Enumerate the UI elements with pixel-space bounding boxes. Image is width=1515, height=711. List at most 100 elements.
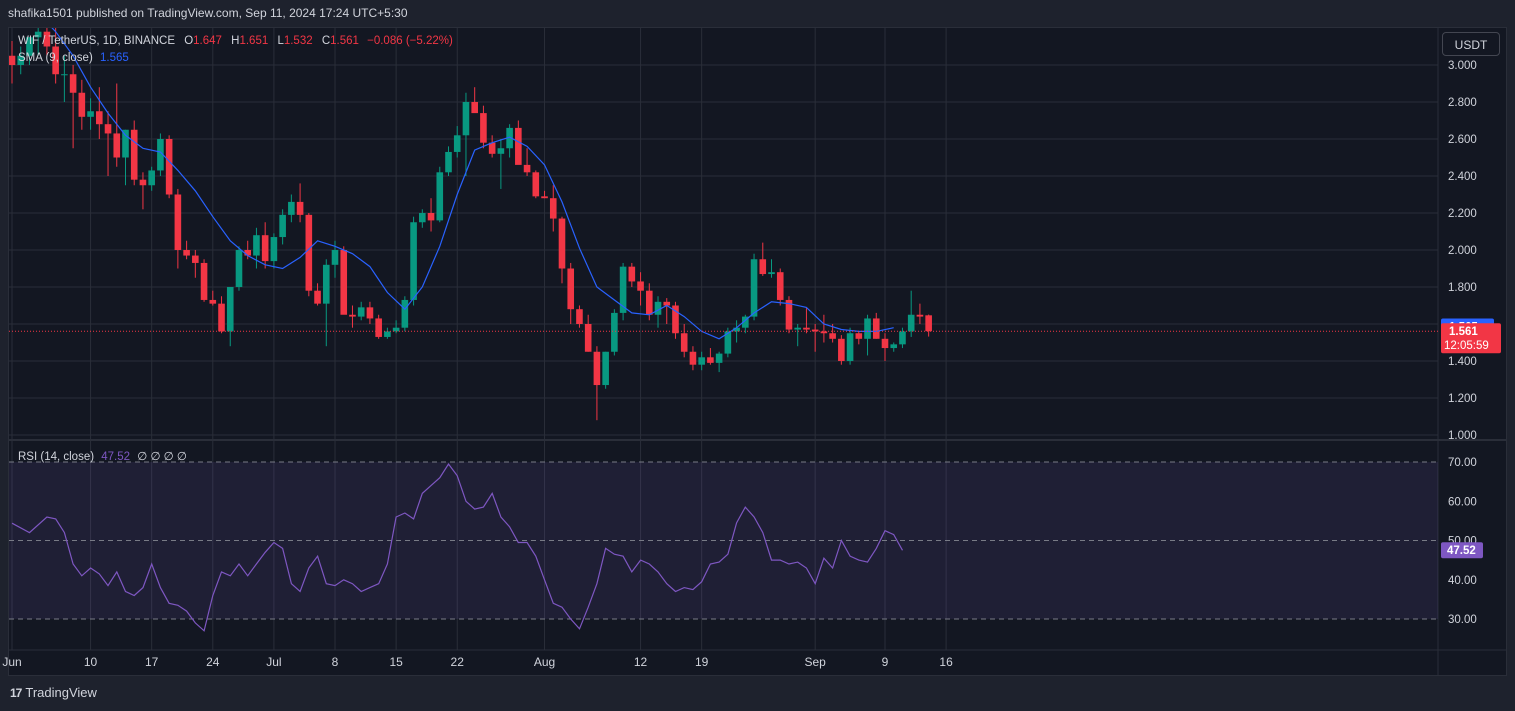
price-tick-label: 2.200	[1448, 208, 1477, 220]
candle-body	[131, 130, 138, 180]
candle-body	[175, 195, 182, 251]
candle-body	[794, 328, 801, 330]
candle-body	[332, 250, 339, 265]
time-tick-label: 10	[84, 655, 98, 669]
candle-body	[812, 330, 819, 332]
candle-body	[550, 198, 557, 218]
candle-body	[759, 259, 766, 274]
time-tick-label: 17	[145, 655, 159, 669]
countdown-label: 12:05:59	[1444, 340, 1489, 352]
candle-body	[471, 102, 478, 113]
candle-body	[288, 202, 295, 215]
price-badge-label: 1.561	[1449, 326, 1478, 338]
low-value: 1.532	[284, 35, 313, 47]
candle-body	[524, 165, 531, 172]
candle-body	[768, 272, 775, 274]
candle-body	[306, 215, 313, 291]
candle-body	[925, 315, 932, 331]
candle-body	[698, 357, 705, 364]
rsi-tick-label: 30.00	[1448, 614, 1477, 626]
candle-body	[436, 172, 443, 220]
candle-body	[271, 237, 278, 261]
price-tick-label: 1.200	[1448, 393, 1477, 405]
candle-body	[838, 339, 845, 361]
candle-body	[384, 331, 391, 337]
candle-body	[864, 318, 871, 338]
candle-body	[340, 250, 347, 315]
candle-body	[87, 111, 94, 117]
candle-body	[428, 213, 435, 220]
candle-body	[594, 352, 601, 385]
price-tick-label: 3.000	[1448, 60, 1477, 72]
candle-body	[113, 133, 120, 157]
rsi-tick-label: 40.00	[1448, 575, 1477, 587]
chart-canvas[interactable]: 3.0002.8002.6002.4002.2002.0001.8001.400…	[0, 0, 1515, 711]
open-label: O	[184, 35, 193, 47]
candle-body	[707, 357, 714, 363]
tradingview-logo-icon: 17	[10, 686, 21, 700]
candle-body	[585, 324, 592, 352]
candle-body	[559, 219, 566, 269]
candle-body	[410, 222, 417, 300]
candle-body	[323, 265, 330, 304]
candle-body	[847, 333, 854, 361]
candle-body	[908, 315, 915, 332]
candle-body	[227, 287, 234, 331]
candle-body	[61, 74, 68, 75]
candle-body	[873, 318, 880, 338]
price-tick-label: 1.000	[1448, 430, 1477, 442]
candle-body	[375, 318, 382, 337]
rsi-tick-label: 60.00	[1448, 496, 1477, 508]
sma-value: 1.565	[100, 52, 129, 64]
price-tick-label: 2.800	[1448, 97, 1477, 109]
candle-body	[279, 215, 286, 237]
candle-body	[576, 309, 583, 324]
time-tick-label: Jun	[2, 655, 21, 669]
candle-body	[218, 304, 225, 332]
rsi-value: 47.52	[101, 451, 130, 463]
time-tick-label: Aug	[534, 655, 555, 669]
price-tick-label: 2.600	[1448, 134, 1477, 146]
candle-body	[96, 111, 103, 124]
time-tick-label: 16	[939, 655, 953, 669]
candle-body	[751, 259, 758, 316]
tradingview-brand[interactable]: 17 TradingView	[10, 685, 97, 700]
candle-body	[314, 291, 321, 304]
time-tick-label: 22	[451, 655, 465, 669]
time-tick-label: 24	[206, 655, 220, 669]
sma-label[interactable]: SMA (9, close)	[18, 52, 93, 64]
time-tick-label: 15	[389, 655, 403, 669]
time-tick-label: 12	[634, 655, 648, 669]
change-value: −0.086 (−5.22%)	[367, 35, 453, 47]
candle-body	[122, 130, 129, 158]
close-value: 1.561	[330, 35, 359, 47]
time-tick-label: Sep	[804, 655, 826, 669]
candle-body	[716, 354, 723, 363]
candle-body	[140, 180, 147, 186]
candle-body	[454, 135, 461, 152]
time-tick-label: 8	[332, 655, 339, 669]
candle-body	[541, 196, 548, 198]
price-tick-label: 2.400	[1448, 171, 1477, 183]
candle-body	[183, 250, 190, 256]
candle-body	[856, 333, 863, 339]
candle-body	[629, 267, 636, 282]
symbol-name[interactable]: WIF / TetherUS, 1D, BINANCE	[18, 35, 175, 47]
candle-body	[367, 307, 374, 318]
rsi-label[interactable]: RSI (14, close)	[18, 451, 94, 463]
candle-body	[9, 56, 16, 65]
currency-button[interactable]: USDT	[1442, 32, 1500, 56]
candle-body	[262, 235, 269, 261]
high-value: 1.651	[239, 35, 268, 47]
candle-body	[419, 213, 426, 222]
candle-body	[480, 113, 487, 143]
candle-body	[105, 124, 112, 133]
candle-body	[463, 102, 470, 135]
time-tick-label: 19	[695, 655, 709, 669]
candle-body	[79, 93, 86, 117]
candle-body	[209, 300, 216, 304]
candle-body	[358, 307, 365, 316]
candle-body	[637, 281, 644, 290]
candle-body	[244, 250, 251, 256]
candle-body	[567, 269, 574, 310]
